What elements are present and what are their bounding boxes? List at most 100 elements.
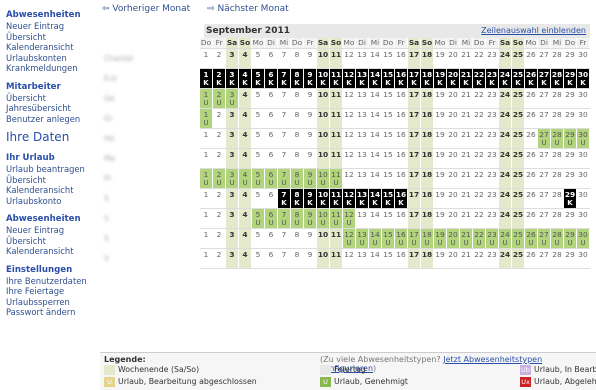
day-cell[interactable]: 10 xyxy=(317,109,330,128)
day-cell[interactable]: 26 xyxy=(525,129,538,148)
day-cell[interactable]: 2U xyxy=(213,89,226,108)
day-cell[interactable]: 22 xyxy=(473,249,486,268)
day-cell[interactable]: 3 xyxy=(226,209,239,228)
day-cell[interactable]: 24 xyxy=(499,49,512,68)
day-cell[interactable]: 5 xyxy=(252,129,265,148)
day-cell[interactable]: 23 xyxy=(486,49,499,68)
day-cell[interactable]: 11 K xyxy=(330,69,343,88)
sidebar-link[interactable]: Urlaubskonto xyxy=(6,196,97,207)
day-cell[interactable]: 28 xyxy=(551,189,564,208)
day-cell[interactable]: 19 xyxy=(434,149,447,168)
day-cell[interactable]: 27 xyxy=(538,189,551,208)
day-cell[interactable]: 12 xyxy=(343,49,356,68)
day-cell[interactable]: 13 xyxy=(356,209,369,228)
day-cell[interactable]: 20 xyxy=(447,169,460,188)
day-cell[interactable]: 7U xyxy=(278,169,291,188)
prev-month-link[interactable]: ⇦ Vorheriger Monat xyxy=(102,4,190,14)
day-cell[interactable]: 22 xyxy=(473,109,486,128)
employee-name[interactable]: Gr xyxy=(100,109,200,129)
day-cell[interactable]: 7U xyxy=(278,209,291,228)
day-cell[interactable]: 18 xyxy=(421,209,434,228)
day-cell[interactable]: 27 xyxy=(538,89,551,108)
day-cell[interactable]: 6 xyxy=(265,129,278,148)
day-cell[interactable]: 2 xyxy=(213,149,226,168)
day-cell[interactable]: 29 K xyxy=(564,69,577,88)
day-cell[interactable]: 29 xyxy=(564,209,577,228)
day-cell[interactable]: 2 xyxy=(213,209,226,228)
day-cell[interactable]: 5 xyxy=(252,109,265,128)
day-cell[interactable]: 19 xyxy=(434,49,447,68)
day-cell[interactable]: 9K xyxy=(304,189,317,208)
employee-name[interactable]: Ge xyxy=(100,89,200,109)
day-cell[interactable]: 16 xyxy=(395,89,408,108)
day-cell[interactable]: 12 K xyxy=(343,69,356,88)
day-cell[interactable]: 27 xyxy=(538,209,551,228)
day-cell[interactable]: 3 xyxy=(226,129,239,148)
day-cell[interactable]: 30 xyxy=(577,169,590,188)
day-cell[interactable]: 13 xyxy=(356,169,369,188)
day-cell[interactable]: 23 xyxy=(486,109,499,128)
sidebar-link[interactable]: Benutzer anlegen xyxy=(6,114,97,125)
day-cell[interactable]: 25 K xyxy=(512,69,525,88)
day-cell[interactable]: 27 xyxy=(538,149,551,168)
day-cell[interactable]: 26 xyxy=(525,209,538,228)
day-cell[interactable]: 7 xyxy=(278,89,291,108)
day-cell[interactable]: 8 xyxy=(291,89,304,108)
day-cell[interactable]: 26 xyxy=(525,109,538,128)
day-cell[interactable]: 6 xyxy=(265,249,278,268)
day-cell[interactable]: 10 xyxy=(317,129,330,148)
day-cell[interactable]: 18 xyxy=(421,149,434,168)
day-cell[interactable]: 1 xyxy=(200,209,213,228)
day-cell[interactable]: 2 xyxy=(213,229,226,248)
day-cell[interactable]: 16 xyxy=(395,249,408,268)
day-cell[interactable]: 20 xyxy=(447,89,460,108)
employee-name[interactable]: S xyxy=(100,189,200,209)
day-cell[interactable]: 16 U xyxy=(395,229,408,248)
day-cell[interactable]: 3U xyxy=(226,89,239,108)
day-cell[interactable]: 27 xyxy=(538,169,551,188)
day-cell[interactable]: 19 xyxy=(434,189,447,208)
sidebar-link[interactable]: Urlaubskonten xyxy=(6,53,97,64)
day-cell[interactable]: 6K xyxy=(265,69,278,88)
day-cell[interactable]: 8 xyxy=(291,229,304,248)
day-cell[interactable]: 20 xyxy=(447,129,460,148)
day-cell[interactable]: 12 xyxy=(343,169,356,188)
day-cell[interactable]: 16 xyxy=(395,129,408,148)
day-cell[interactable]: 22 xyxy=(473,89,486,108)
day-cell[interactable]: 7K xyxy=(278,189,291,208)
day-cell[interactable]: 6U xyxy=(265,209,278,228)
day-cell[interactable]: 5U xyxy=(252,169,265,188)
day-cell[interactable]: 29 xyxy=(564,49,577,68)
sidebar-link[interactable]: Ihre Feiertage xyxy=(6,286,97,297)
day-cell[interactable]: 23 K xyxy=(486,69,499,88)
day-cell[interactable]: 6U xyxy=(265,169,278,188)
day-cell[interactable]: 19 K xyxy=(434,69,447,88)
day-cell[interactable]: 3 xyxy=(226,109,239,128)
day-cell[interactable]: 28 xyxy=(551,169,564,188)
day-cell[interactable]: 9K xyxy=(304,69,317,88)
day-cell[interactable]: 19 xyxy=(434,209,447,228)
day-cell[interactable]: 4 xyxy=(239,109,252,128)
day-cell[interactable]: 9 xyxy=(304,89,317,108)
day-cell[interactable]: 14 xyxy=(369,169,382,188)
day-cell[interactable]: 24 xyxy=(499,169,512,188)
day-cell[interactable]: 11 U xyxy=(330,169,343,188)
day-cell[interactable]: 18 xyxy=(421,129,434,148)
day-cell[interactable]: 8 xyxy=(291,109,304,128)
day-cell[interactable]: 16 xyxy=(395,49,408,68)
sidebar-link[interactable]: Passwort ändern xyxy=(6,307,97,318)
day-cell[interactable]: 2 xyxy=(213,189,226,208)
sidebar-link[interactable]: Krankmeldungen xyxy=(6,63,97,74)
day-cell[interactable]: 3 xyxy=(226,189,239,208)
day-cell[interactable]: 12 xyxy=(343,249,356,268)
day-cell[interactable]: 6 xyxy=(265,229,278,248)
day-cell[interactable]: 23 xyxy=(486,249,499,268)
day-cell[interactable]: 19 xyxy=(434,89,447,108)
day-cell[interactable]: 5 xyxy=(252,189,265,208)
sidebar-link[interactable]: Übersicht xyxy=(6,236,97,247)
day-cell[interactable]: 1 xyxy=(200,229,213,248)
day-cell[interactable]: 25 U xyxy=(512,229,525,248)
day-cell[interactable]: 26 K xyxy=(525,69,538,88)
day-cell[interactable]: 25 xyxy=(512,209,525,228)
day-cell[interactable]: 1U xyxy=(200,169,213,188)
